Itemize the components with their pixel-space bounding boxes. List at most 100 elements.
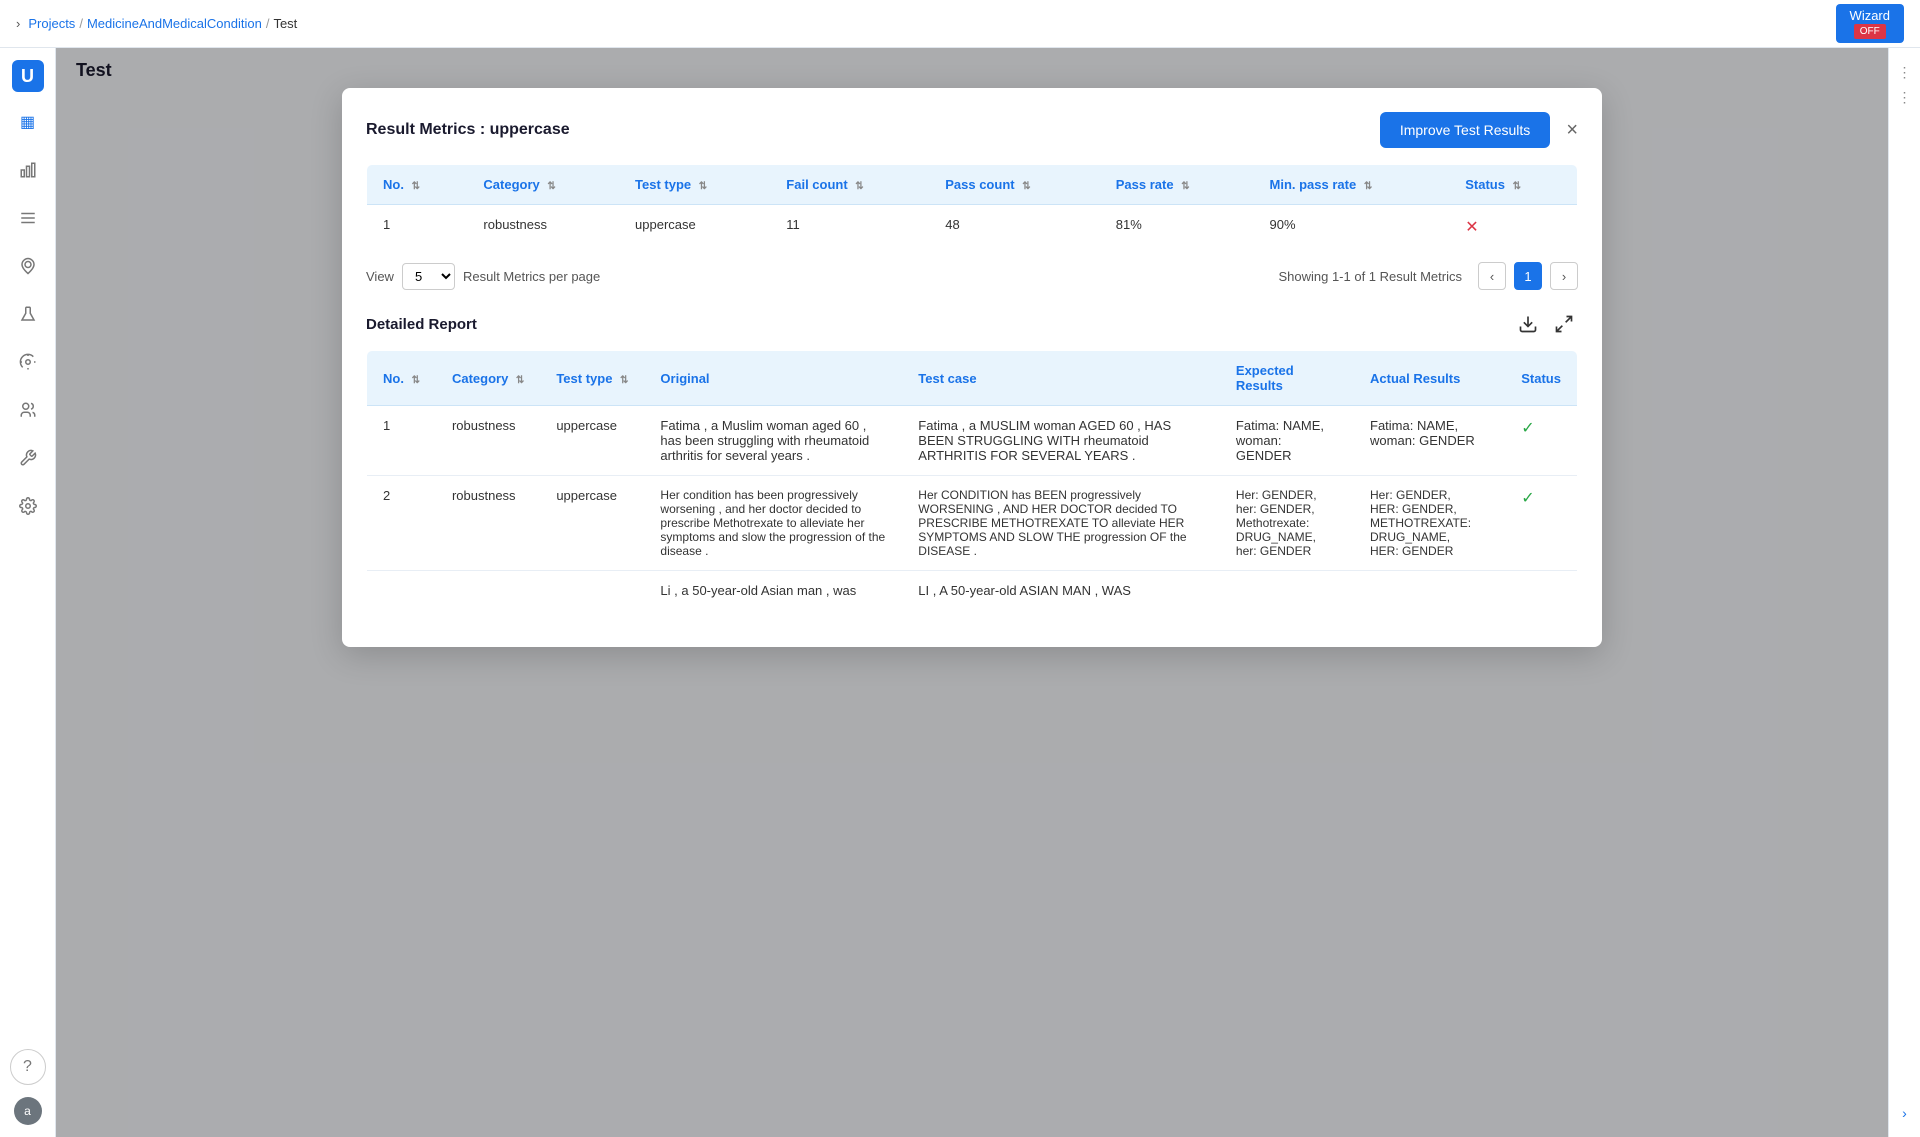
- sidebar-icon-wrench[interactable]: [10, 440, 46, 476]
- per-page-label: Result Metrics per page: [463, 269, 600, 284]
- detail-col-test-case: Test case: [902, 351, 1220, 406]
- page-1-button[interactable]: 1: [1514, 262, 1542, 290]
- detail-no-1: 1: [367, 406, 436, 476]
- detail-category-1: robustness: [436, 406, 540, 476]
- detail-category-3: [436, 571, 540, 611]
- detail-original-1: Fatima , a Muslim woman aged 60 , has be…: [644, 406, 902, 476]
- metrics-row-1: 1 robustness uppercase 11 48 81% 90% ✕: [367, 205, 1578, 250]
- pagination-row: View 5 10 25 Result Metrics per page Sho…: [366, 262, 1578, 290]
- sidebar: U ▦ ? a: [0, 48, 56, 1137]
- detail-row-1: 1 robustness uppercase Fatima , a Muslim…: [367, 406, 1578, 476]
- wizard-button[interactable]: Wizard OFF: [1836, 4, 1904, 44]
- download-button[interactable]: [1514, 310, 1542, 338]
- sidebar-icon-list[interactable]: [10, 200, 46, 236]
- metrics-pass-count: 48: [929, 205, 1100, 250]
- metrics-min-pass-rate: 90%: [1254, 205, 1450, 250]
- breadcrumb-current: Test: [273, 16, 297, 31]
- modal-close-button[interactable]: ×: [1566, 120, 1578, 140]
- main-content: Test Result Metrics : uppercase Improve …: [56, 48, 1888, 1137]
- detail-col-category[interactable]: Category ⇅: [436, 351, 540, 406]
- sidebar-icon-location[interactable]: [10, 248, 46, 284]
- next-page-button[interactable]: ›: [1550, 262, 1578, 290]
- detail-col-actual: Actual Results: [1354, 351, 1505, 406]
- metrics-pass-rate: 81%: [1100, 205, 1254, 250]
- per-page-select[interactable]: 5 10 25: [402, 263, 455, 290]
- detail-row-3: Li , a 50-year-old Asian man , was LI , …: [367, 571, 1578, 611]
- detail-col-status: Status: [1505, 351, 1577, 406]
- col-category[interactable]: Category ⇅: [467, 165, 619, 205]
- col-fail-count[interactable]: Fail count ⇅: [770, 165, 929, 205]
- detail-expected-3: [1220, 571, 1354, 611]
- col-min-pass-rate[interactable]: Min. pass rate ⇅: [1254, 165, 1450, 205]
- breadcrumb-root[interactable]: Projects: [28, 16, 75, 31]
- right-panel: ⋮ ⋮ ›: [1888, 48, 1920, 1137]
- user-avatar[interactable]: a: [14, 1097, 42, 1125]
- detail-test-type-3: [540, 571, 644, 611]
- detail-status-3: [1505, 571, 1577, 611]
- showing-info: Showing 1-1 of 1 Result Metrics: [1278, 269, 1462, 284]
- col-status[interactable]: Status ⇅: [1449, 165, 1577, 205]
- detail-test-type-1: uppercase: [540, 406, 644, 476]
- expand-button[interactable]: [1550, 310, 1578, 338]
- report-actions: [1514, 310, 1578, 338]
- detail-test-case-1: Fatima , a MUSLIM woman AGED 60 , HAS BE…: [902, 406, 1220, 476]
- col-pass-rate[interactable]: Pass rate ⇅: [1100, 165, 1254, 205]
- detail-test-type-2: uppercase: [540, 476, 644, 571]
- detail-col-original: Original: [644, 351, 902, 406]
- metrics-category: robustness: [467, 205, 619, 250]
- col-pass-count[interactable]: Pass count ⇅: [929, 165, 1100, 205]
- detail-category-2: robustness: [436, 476, 540, 571]
- top-bar: › Projects / MedicineAndMedicalCondition…: [0, 0, 1920, 48]
- detail-actual-2: Her: GENDER,HER: GENDER,METHOTREXATE:DRU…: [1354, 476, 1505, 571]
- metrics-no: 1: [367, 205, 468, 250]
- detailed-report-header: Detailed Report: [366, 310, 1578, 338]
- prev-page-button[interactable]: ‹: [1478, 262, 1506, 290]
- metrics-test-type: uppercase: [619, 205, 770, 250]
- right-panel-more-1[interactable]: ⋮: [1898, 89, 1912, 106]
- metrics-table: No. ⇅ Category ⇅ Test type ⇅ Fail count …: [366, 164, 1578, 250]
- modal-title: Result Metrics : uppercase: [366, 121, 570, 139]
- improve-test-results-button[interactable]: Improve Test Results: [1380, 112, 1550, 148]
- pagination-controls: Showing 1-1 of 1 Result Metrics ‹ 1 ›: [1278, 262, 1578, 290]
- detail-expected-1: Fatima: NAME, woman: GENDER: [1220, 406, 1354, 476]
- right-panel-collapse[interactable]: ⋮: [1898, 64, 1912, 81]
- detail-original-3: Li , a 50-year-old Asian man , was: [644, 571, 902, 611]
- wizard-status: OFF: [1854, 24, 1886, 39]
- wizard-label: Wizard: [1850, 8, 1890, 25]
- detail-col-test-type[interactable]: Test type ⇅: [540, 351, 644, 406]
- breadcrumb: › Projects / MedicineAndMedicalCondition…: [16, 16, 297, 31]
- sidebar-icon-chart[interactable]: [10, 152, 46, 188]
- sidebar-icon-flask[interactable]: [10, 296, 46, 332]
- sidebar-icon-tools[interactable]: [10, 344, 46, 380]
- detail-no-3: [367, 571, 436, 611]
- detailed-report-title: Detailed Report: [366, 316, 477, 333]
- right-panel-arrow[interactable]: ›: [1902, 1105, 1907, 1121]
- sidebar-icon-dashboard[interactable]: ▦: [10, 104, 46, 140]
- detail-test-case-3: LI , A 50-year-old ASIAN MAN , WAS: [902, 571, 1220, 611]
- detail-original-2: Her condition has been progressively wor…: [644, 476, 902, 571]
- modal-header: Result Metrics : uppercase Improve Test …: [366, 112, 1578, 148]
- result-metrics-modal: Result Metrics : uppercase Improve Test …: [342, 88, 1602, 647]
- metrics-status: ✕: [1449, 205, 1577, 250]
- metrics-fail-count: 11: [770, 205, 929, 250]
- detail-no-2: 2: [367, 476, 436, 571]
- sidebar-icon-settings[interactable]: [10, 488, 46, 524]
- breadcrumb-sep1: /: [79, 16, 83, 31]
- detail-row-2: 2 robustness uppercase Her condition has…: [367, 476, 1578, 571]
- detail-col-no[interactable]: No. ⇅: [367, 351, 436, 406]
- view-label: View: [366, 269, 394, 284]
- sidebar-icon-person[interactable]: [10, 392, 46, 428]
- sidebar-bottom: ? a: [10, 1049, 46, 1125]
- modal-overlay: Result Metrics : uppercase Improve Test …: [56, 48, 1888, 1137]
- app-logo[interactable]: U: [12, 60, 44, 92]
- breadcrumb-sep2: /: [266, 16, 270, 31]
- detail-expected-2: Her: GENDER,her: GENDER,Methotrexate:DRU…: [1220, 476, 1354, 571]
- detail-actual-1: Fatima: NAME, woman: GENDER: [1354, 406, 1505, 476]
- sidebar-icon-help[interactable]: ?: [10, 1049, 46, 1085]
- breadcrumb-expand[interactable]: ›: [16, 16, 20, 31]
- col-test-type[interactable]: Test type ⇅: [619, 165, 770, 205]
- col-no[interactable]: No. ⇅: [367, 165, 468, 205]
- detailed-report-table: No. ⇅ Category ⇅ Test type ⇅ Original Te…: [366, 350, 1578, 611]
- breadcrumb-middle[interactable]: MedicineAndMedicalCondition: [87, 16, 262, 31]
- view-row: View 5 10 25 Result Metrics per page: [366, 263, 600, 290]
